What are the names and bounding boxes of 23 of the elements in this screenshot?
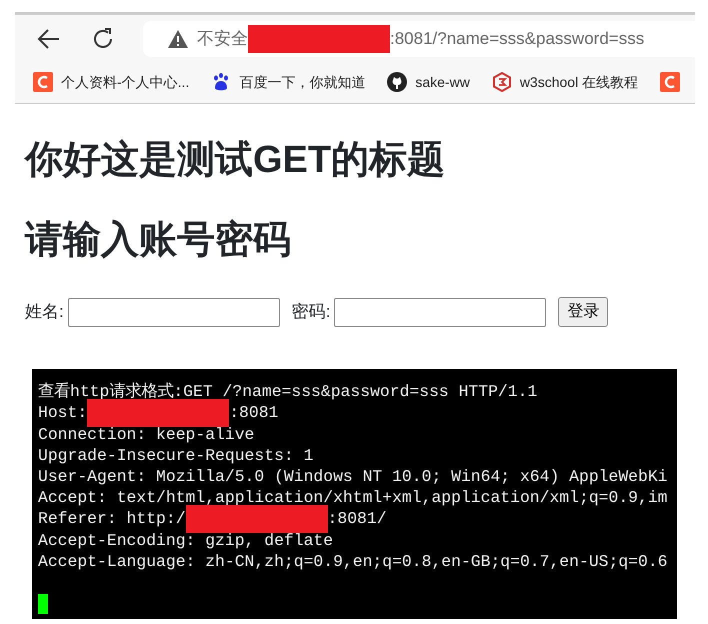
terminal-text: User-Agent: Mozilla/5.0 (Windows NT 10.0; Win64; x64) AppleWebKi	[38, 466, 668, 488]
bookmark-link[interactable]: 个人资料-个人中心...	[61, 72, 190, 92]
bookmark-link[interactable]: 百度一下，你就知道	[239, 72, 366, 92]
terminal-text: Accept-Encoding: gzip, deflate	[38, 530, 334, 551]
terminal-text: :8081	[229, 402, 278, 424]
terminal-text: Referer: http:/	[38, 508, 186, 530]
url-text: :8081/?name=sss&password=sss	[390, 28, 644, 50]
terminal-text: Accept: text/html,application/xhtml+xml,application/xml;q=0.9,im	[38, 487, 668, 508]
page-heading: 你好这是测试GET的标题	[25, 138, 446, 183]
login-button[interactable]: 登录	[558, 297, 608, 328]
page-heading: 请输入账号密码	[25, 218, 292, 263]
security-label: 不安全	[197, 28, 248, 50]
password-label: 密码:	[292, 301, 330, 324]
terminal-text: Accept-Language: zh-CN,zh;q=0.9,en;q=0.8,en-GB;q=0.7,en-US;q=0.6	[38, 550, 668, 572]
terminal-text: Host:	[38, 402, 88, 424]
terminal-text: Connection: keep-alive	[38, 424, 254, 445]
terminal-text: :8081/	[328, 508, 387, 530]
bookmark-link[interactable]: w3school 在线教程	[520, 72, 638, 92]
terminal-text: Upgrade-Insecure-Requests: 1	[38, 444, 314, 466]
name-label: 姓名:	[25, 301, 64, 324]
address-bar[interactable]: 不安全 :8081/?name=sss&password=sss	[143, 21, 695, 57]
bookmark-link[interactable]: sake-ww	[415, 72, 470, 92]
terminal-text: 查看http请求格式:GET /?name=sss&password=sss HTTP/1.1	[38, 381, 538, 402]
